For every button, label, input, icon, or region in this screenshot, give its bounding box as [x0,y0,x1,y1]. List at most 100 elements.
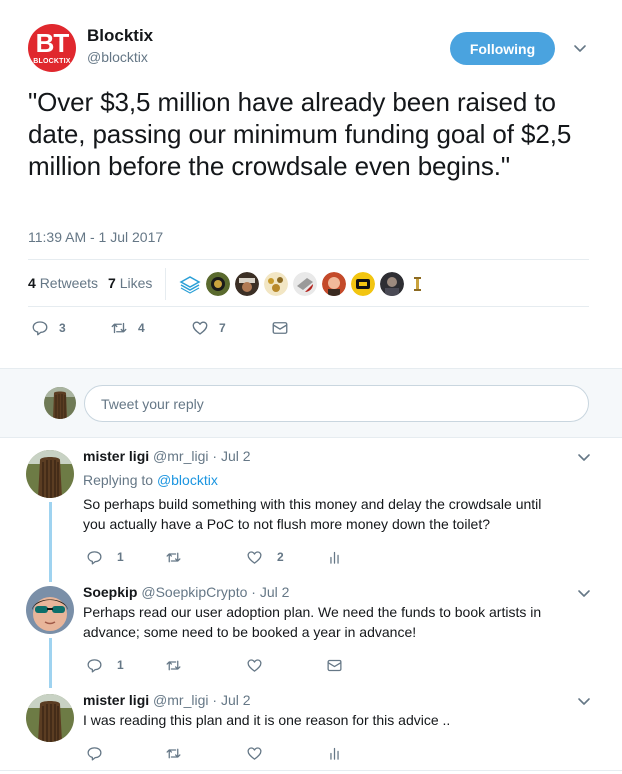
reply-author-avatar[interactable] [26,450,74,498]
likes-count: 7 [108,275,116,291]
analytics-icon [326,549,343,566]
like-button[interactable]: 7 [191,316,226,340]
main-tweet: BT BLOCKTIX Blocktix @blocktix Following… [0,0,622,368]
reply-header: mister ligi @mr_ligi · Jul 2 [83,692,251,708]
reply-author-handle[interactable]: @mr_ligi [153,692,208,708]
liker-avatar[interactable] [322,272,346,296]
reply-button[interactable]: 1 [86,545,124,569]
liker-avatar[interactable] [206,272,230,296]
tweet-stats: 4 Retweets 7 Likes [28,259,589,307]
reply-header: Soepkip @SoepkipCrypto · Jul 2 [83,584,289,600]
reply-author-avatar[interactable] [26,694,74,742]
like-button[interactable] [246,741,263,765]
reply-actions: 1 2 [86,545,386,565]
retweets-label: Retweets [39,275,99,291]
reply-composer: Tweet your reply [0,368,622,438]
envelope-icon [271,319,289,337]
reply-count: 1 [117,550,124,564]
retweet-icon [110,319,128,337]
retweet-button[interactable] [165,741,182,765]
reply-icon [31,319,49,337]
reply-count: 1 [117,658,124,672]
replying-prefix: Replying to [83,472,154,488]
like-count: 7 [219,321,226,335]
direct-message-button[interactable] [271,316,289,340]
chevron-down-icon[interactable] [577,450,591,464]
analytics-button[interactable] [326,741,343,765]
replying-to-link[interactable]: @blocktix [157,472,218,488]
author-avatar[interactable]: BT BLOCKTIX [28,24,76,72]
likes-stat[interactable]: 7 Likes [108,275,152,291]
retweet-count: 4 [138,321,145,335]
reply-text: So perhaps build something with this mon… [83,496,542,532]
replying-to: Replying to @blocktix [83,472,218,488]
analytics-icon [326,745,343,762]
retweet-button[interactable] [165,545,182,569]
liker-avatar[interactable] [235,272,259,296]
reply-date[interactable]: Jul 2 [221,692,251,708]
reply-icon [86,745,103,762]
analytics-button[interactable] [326,545,343,569]
heart-icon [246,657,263,674]
like-button[interactable]: 2 [246,545,284,569]
chevron-down-icon[interactable] [573,41,587,55]
reply-actions [86,741,386,761]
reply-input[interactable]: Tweet your reply [84,385,589,422]
reply-tweet[interactable]: mister ligi @mr_ligi · Jul 2 I was readi… [0,684,622,770]
reply-author-name[interactable]: Soepkip [83,584,137,600]
reply-icon [86,657,103,674]
liker-avatar[interactable] [351,272,375,296]
reply-author-handle[interactable]: @mr_ligi [153,448,208,464]
tweet-actions: 3 4 7 [28,316,328,340]
reply-author-name[interactable]: mister ligi [83,448,149,464]
author-name[interactable]: Blocktix [87,26,153,46]
following-button[interactable]: Following [450,32,555,65]
stats-divider [165,268,166,300]
logo-text: BLOCKTIX [33,58,71,65]
reply-button[interactable] [86,741,103,765]
logo-mark: BT [35,28,70,58]
retweet-icon [165,745,182,762]
heart-icon [191,319,209,337]
divider [0,770,622,771]
retweet-icon [165,549,182,566]
retweet-icon [165,657,182,674]
tweet-timestamp[interactable]: 11:39 AM - 1 Jul 2017 [28,229,163,245]
likes-label: Likes [119,275,153,291]
author-handle[interactable]: @blocktix [87,49,148,65]
reply-date[interactable]: Jul 2 [260,584,290,600]
user-avatar[interactable] [44,387,76,419]
retweet-button[interactable] [165,653,182,677]
reply-author-name[interactable]: mister ligi [83,692,149,708]
liker-avatar[interactable] [178,272,202,296]
reply-author-avatar[interactable] [26,586,74,634]
retweets-count: 4 [28,275,36,291]
reply-text: Perhaps read our user adoption plan. We … [83,604,542,640]
chevron-down-icon[interactable] [577,586,591,600]
reply-author-handle[interactable]: @SoepkipCrypto [141,584,247,600]
like-count: 2 [277,550,284,564]
envelope-icon [326,657,343,674]
liker-avatar[interactable] [264,272,288,296]
reply-button[interactable]: 3 [31,316,66,340]
retweets-stat[interactable]: 4 Retweets [28,275,98,291]
chevron-down-icon[interactable] [577,694,591,708]
reply-button[interactable]: 1 [86,653,124,677]
like-button[interactable] [246,653,263,677]
direct-message-button[interactable] [326,653,343,677]
retweet-button[interactable]: 4 [110,316,145,340]
reply-tweet[interactable]: mister ligi @mr_ligi · Jul 2 Replying to… [0,438,622,576]
liker-avatar[interactable] [409,272,425,296]
separator: · [212,448,218,464]
reply-icon [86,549,103,566]
reply-date[interactable]: Jul 2 [221,448,251,464]
liker-avatar[interactable] [380,272,404,296]
heart-icon [246,549,263,566]
reply-header: mister ligi @mr_ligi · Jul 2 [83,448,251,464]
reply-text: I was reading this plan and it is one re… [83,712,451,728]
liker-avatar[interactable] [293,272,317,296]
tweet-text: "Over $3,5 million have already been rai… [28,87,572,181]
reply-tweet[interactable]: Soepkip @SoepkipCrypto · Jul 2 Perhaps r… [0,576,622,684]
separator: · [251,584,256,600]
separator: · [212,692,218,708]
